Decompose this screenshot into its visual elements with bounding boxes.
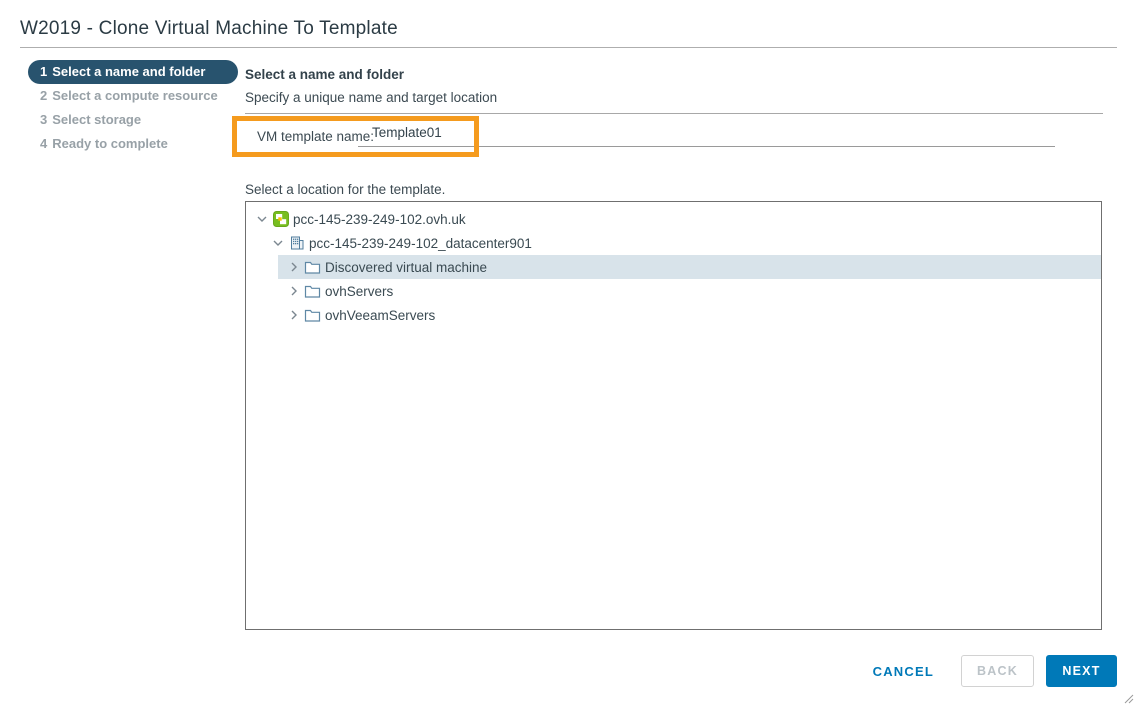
tree-row-label: pcc-145-239-249-102.ovh.uk: [293, 212, 466, 227]
resize-grip-icon[interactable]: [1122, 691, 1134, 703]
tree-row-vcenter[interactable]: pcc-145-239-249-102.ovh.uk: [246, 207, 1101, 231]
tree-row-ovhservers[interactable]: ovhServers: [246, 279, 1101, 303]
chevron-right-icon[interactable]: [286, 307, 302, 323]
back-button[interactable]: BACK: [961, 655, 1034, 687]
step-number: 4: [40, 136, 47, 151]
step-label: Ready to complete: [52, 136, 168, 151]
clone-vm-wizard-dialog: W2019 - Clone Virtual Machine To Templat…: [0, 0, 1137, 705]
tree-row-datacenter[interactable]: pcc-145-239-249-102_datacenter901: [246, 231, 1101, 255]
next-button[interactable]: NEXT: [1046, 655, 1117, 687]
wizard-steps-sidebar: 1 Select a name and folder 2 Select a comp…: [28, 60, 238, 156]
cancel-button[interactable]: CANCEL: [873, 664, 934, 679]
vm-template-name-input[interactable]: [358, 121, 1055, 147]
location-tree: pcc-145-239-249-102.ovh.uk pcc-145-239-2…: [245, 201, 1102, 630]
datacenter-icon: [288, 235, 305, 251]
location-caption: Select a location for the template.: [245, 182, 445, 197]
tree-row-label: pcc-145-239-249-102_datacenter901: [309, 236, 532, 251]
step-label: Select a name and folder: [52, 64, 205, 79]
step-number: 3: [40, 112, 47, 127]
step-number: 2: [40, 88, 47, 103]
chevron-down-icon[interactable]: [254, 211, 270, 227]
chevron-right-icon[interactable]: [286, 259, 302, 275]
panel-divider: [245, 113, 1103, 114]
tree-row-label: ovhVeeamServers: [325, 308, 435, 323]
folder-icon: [304, 307, 321, 323]
tree-row-label: ovhServers: [325, 284, 393, 299]
step-select-storage[interactable]: 3 Select storage: [28, 108, 238, 132]
step-number: 1: [40, 64, 47, 79]
vm-template-name-label: VM template name:: [257, 129, 374, 144]
folder-icon: [304, 283, 321, 299]
tree-row-discovered-virtual-machine[interactable]: Discovered virtual machine: [278, 255, 1101, 279]
dialog-title: W2019 - Clone Virtual Machine To Templat…: [20, 18, 398, 40]
step-label: Select a compute resource: [52, 88, 217, 103]
chevron-down-icon[interactable]: [270, 235, 286, 251]
step-ready-to-complete[interactable]: 4 Ready to complete: [28, 132, 238, 156]
step-select-name-and-folder[interactable]: 1 Select a name and folder: [28, 60, 238, 84]
vcenter-icon: [272, 211, 289, 227]
step-label: Select storage: [52, 112, 141, 127]
panel-heading: Select a name and folder: [245, 67, 404, 82]
step-select-compute-resource[interactable]: 2 Select a compute resource: [28, 84, 238, 108]
wizard-footer: CANCEL BACK NEXT: [873, 655, 1117, 687]
folder-icon: [304, 259, 321, 275]
tree-row-label: Discovered virtual machine: [325, 260, 487, 275]
title-divider: [20, 47, 1117, 48]
tree-row-ovhveeamservers[interactable]: ovhVeeamServers: [246, 303, 1101, 327]
chevron-right-icon[interactable]: [286, 283, 302, 299]
panel-subheading: Specify a unique name and target locatio…: [245, 90, 497, 105]
